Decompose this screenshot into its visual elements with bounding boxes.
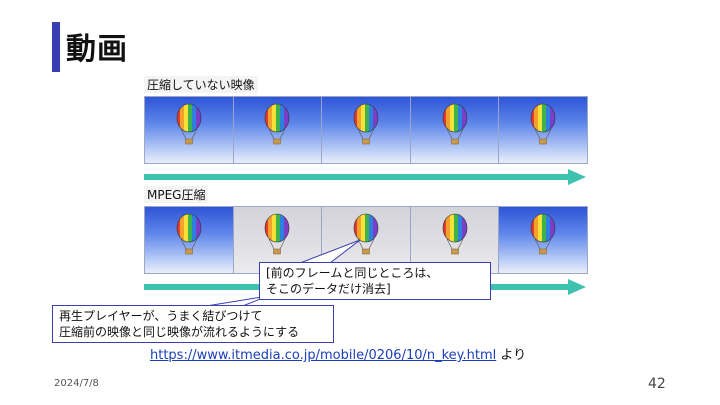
hot-air-balloon-icon [353, 103, 379, 145]
uncompressed-frame-3 [322, 97, 411, 163]
title-accent-bar [52, 22, 60, 72]
mpeg-frame-1 [145, 207, 234, 273]
uncompressed-frame-strip [144, 96, 588, 164]
hot-air-balloon-icon [442, 103, 467, 145]
hot-air-balloon-icon [353, 213, 379, 255]
uncompressed-frame-4 [410, 97, 500, 163]
uncompressed-label: 圧縮していない映像 [144, 76, 258, 93]
slide-title: 動画 [66, 32, 128, 67]
hot-air-balloon-icon [176, 213, 202, 255]
hot-air-balloon-icon [442, 213, 467, 255]
hot-air-balloon-icon [265, 213, 290, 255]
hot-air-balloon-icon [530, 103, 556, 145]
hot-air-balloon-icon [265, 103, 290, 145]
player-callout: 再生プレイヤーが、うまく結びつけて 圧縮前の映像と同じ映像が流れるようにする [52, 305, 334, 343]
page-number: 42 [648, 376, 666, 392]
diff-callout: [前のフレームと同じところは、 そこのデータだけ消去] [259, 262, 491, 300]
slide-date: 2024/7/8 [54, 378, 99, 389]
hot-air-balloon-icon [530, 213, 556, 255]
uncompressed-timeline-arrow [144, 169, 586, 185]
hot-air-balloon-icon [176, 103, 202, 145]
mpeg-label: MPEG圧縮 [144, 186, 209, 203]
source-suffix: より [496, 348, 527, 363]
uncompressed-frame-2 [233, 97, 323, 163]
uncompressed-frame-1 [145, 97, 234, 163]
uncompressed-frame-5 [499, 97, 587, 163]
mpeg-frame-5 [499, 207, 587, 273]
source-line: https://www.itmedia.co.jp/mobile/0206/10… [150, 344, 526, 363]
source-link[interactable]: https://www.itmedia.co.jp/mobile/0206/10… [150, 348, 496, 363]
